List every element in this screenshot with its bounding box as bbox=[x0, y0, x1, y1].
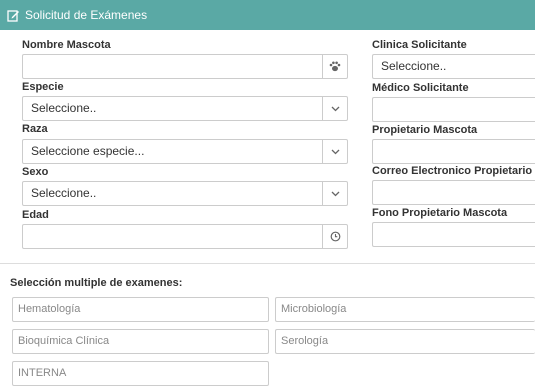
especie-value: Seleccione.. bbox=[31, 101, 97, 115]
section-divider bbox=[0, 263, 535, 264]
exam-option-bioquimica[interactable]: Bioquímica Clínica bbox=[12, 329, 269, 354]
paw-icon bbox=[322, 55, 347, 78]
fono-label: Fono Propietario Mascota bbox=[372, 207, 508, 219]
sexo-value: Seleccione.. bbox=[31, 186, 97, 200]
correo-input[interactable] bbox=[372, 180, 535, 205]
raza-label: Raza bbox=[22, 123, 48, 135]
propietario-input[interactable] bbox=[372, 139, 535, 164]
fono-input[interactable] bbox=[372, 222, 535, 247]
panel-header: Solicitud de Exámenes bbox=[0, 0, 535, 30]
exam-option-microbiologia[interactable]: Microbiología bbox=[275, 297, 535, 322]
chevron-down-icon bbox=[322, 140, 347, 163]
raza-select[interactable]: Seleccione especie... bbox=[22, 139, 348, 164]
especie-select[interactable]: Seleccione.. bbox=[22, 96, 348, 121]
nombre-mascota-input[interactable] bbox=[22, 54, 348, 79]
sexo-label: Sexo bbox=[22, 166, 49, 178]
clinica-label: Clinica Solicitante bbox=[372, 39, 467, 51]
clinica-select[interactable]: Seleccione.. bbox=[372, 54, 535, 79]
medico-input[interactable] bbox=[372, 97, 535, 122]
exam-option-interna[interactable]: INTERNA bbox=[12, 361, 269, 386]
edit-icon bbox=[7, 9, 20, 22]
sexo-select[interactable]: Seleccione.. bbox=[22, 181, 348, 206]
chevron-down-icon bbox=[322, 97, 347, 120]
clinica-value: Seleccione.. bbox=[381, 59, 447, 73]
exams-section-title: Selección multiple de examenes: bbox=[10, 277, 183, 289]
especie-label: Especie bbox=[22, 81, 64, 93]
panel-title: Solicitud de Exámenes bbox=[25, 8, 148, 22]
clock-icon bbox=[322, 225, 347, 248]
medico-label: Médico Solicitante bbox=[372, 82, 469, 94]
edad-input[interactable] bbox=[22, 224, 348, 249]
edad-label: Edad bbox=[22, 209, 49, 221]
nombre-mascota-label: Nombre Mascota bbox=[22, 39, 111, 51]
correo-label: Correo Electronico Propietario bbox=[372, 165, 533, 177]
raza-value: Seleccione especie... bbox=[31, 144, 145, 158]
exam-option-hematologia[interactable]: Hematología bbox=[12, 297, 269, 322]
chevron-down-icon bbox=[322, 182, 347, 205]
exam-option-serologia[interactable]: Serología bbox=[275, 329, 535, 354]
propietario-label: Propietario Mascota bbox=[372, 124, 478, 136]
